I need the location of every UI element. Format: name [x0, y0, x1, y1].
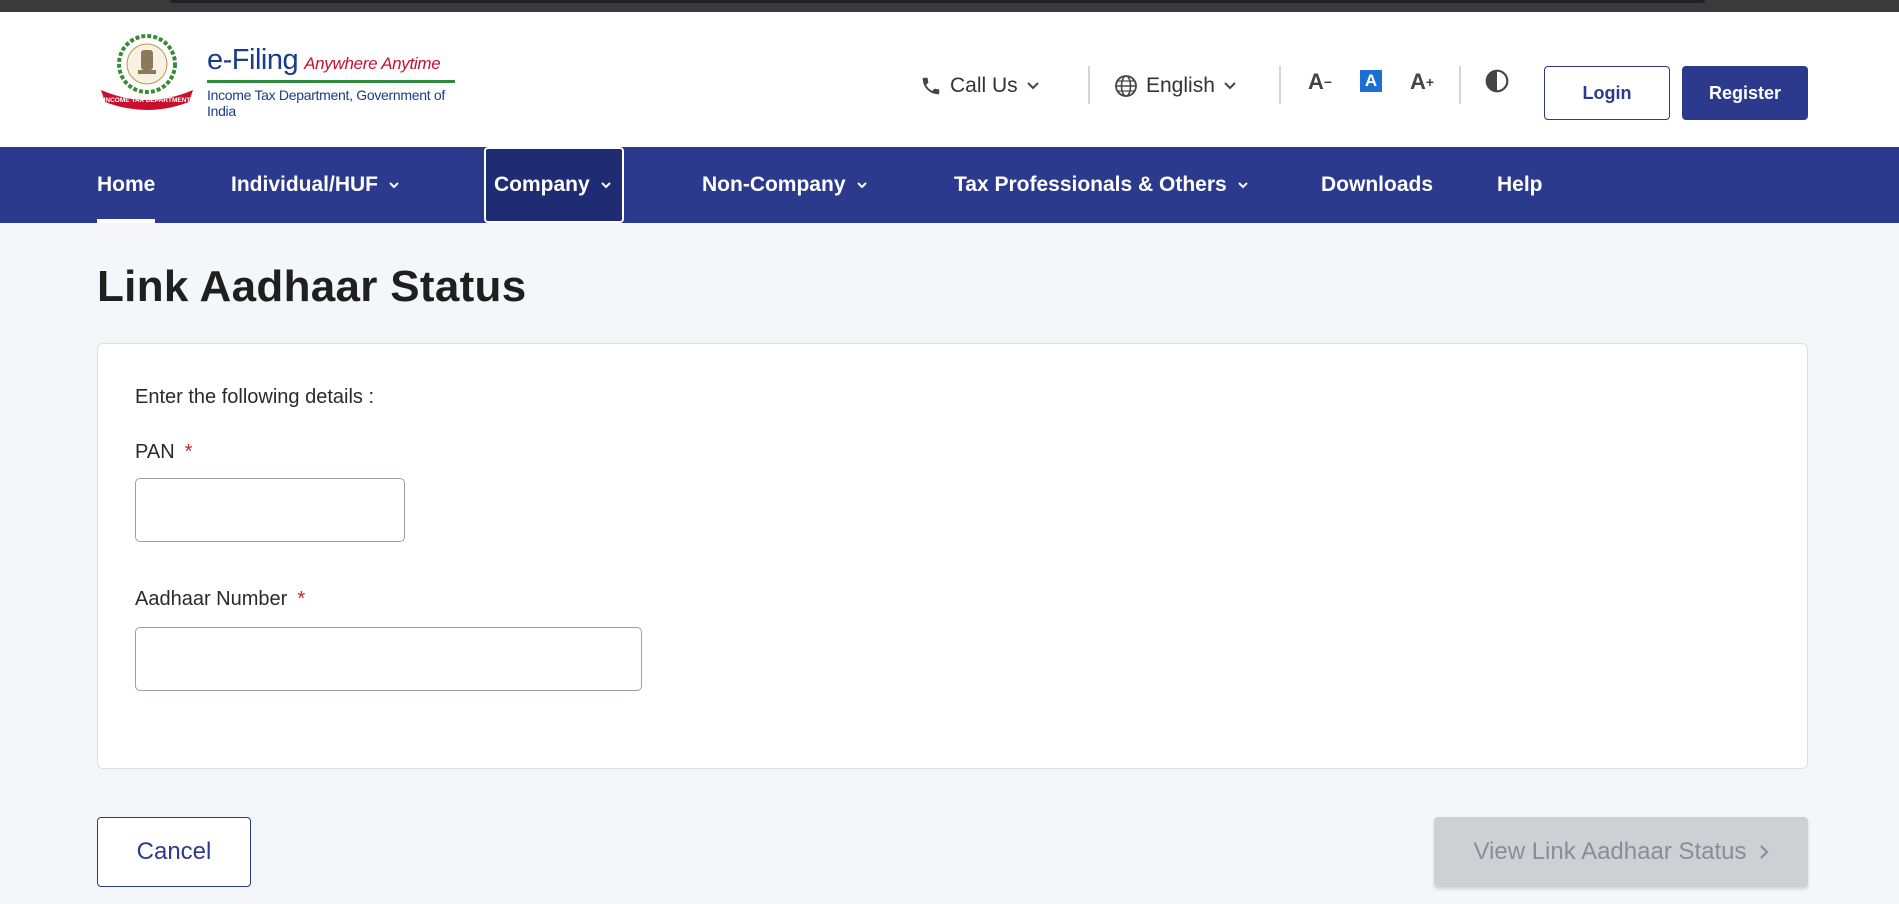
pan-input[interactable] — [135, 478, 405, 542]
details-form-card: Enter the following details : PAN * Aadha… — [97, 343, 1808, 769]
site-header: INCOME TAX DEPARTMENT e-Filing Anywhere A… — [0, 12, 1899, 147]
logo-tagline: Anywhere Anytime — [304, 54, 441, 73]
call-us-label: Call Us — [950, 74, 1018, 97]
register-button[interactable]: Register — [1682, 66, 1808, 120]
chevron-down-icon — [856, 182, 867, 189]
font-default-button[interactable]: A — [1360, 70, 1382, 92]
contrast-toggle-icon[interactable] — [1484, 68, 1510, 94]
font-increase-button[interactable]: A + — [1408, 68, 1436, 96]
chevron-down-icon — [389, 182, 399, 189]
language-dropdown[interactable]: English — [1114, 68, 1245, 104]
header-divider — [1459, 66, 1461, 104]
chevron-down-icon — [1026, 82, 1039, 90]
header-divider — [1088, 66, 1090, 104]
nav-company[interactable]: Company — [484, 147, 624, 223]
view-link-aadhaar-status-button[interactable]: View Link Aadhaar Status — [1434, 817, 1808, 887]
page-title: Link Aadhaar Status — [97, 262, 527, 311]
nav-help[interactable]: Help — [1497, 147, 1543, 223]
form-intro: Enter the following details : — [135, 386, 375, 408]
chevron-down-icon — [600, 182, 611, 189]
font-decrease-button[interactable]: A − — [1306, 68, 1334, 96]
nav-downloads[interactable]: Downloads — [1321, 147, 1433, 223]
aadhaar-input[interactable] — [135, 627, 642, 691]
logo-department: Income Tax Department, Government of Ind… — [207, 87, 445, 119]
header-divider — [1279, 66, 1281, 104]
pan-label: PAN * — [135, 441, 193, 463]
call-us-dropdown[interactable]: Call Us — [920, 68, 1048, 104]
main-nav: Home Individual/HUF Company Non-Company … — [0, 147, 1899, 223]
efiling-logo[interactable]: INCOME TAX DEPARTMENT e-Filing Anywhere A… — [97, 32, 457, 120]
nav-tax-professionals[interactable]: Tax Professionals & Others — [954, 147, 1249, 223]
income-tax-emblem-icon: INCOME TAX DEPARTMENT — [101, 34, 193, 110]
view-button-label: View Link Aadhaar Status — [1473, 838, 1747, 865]
chevron-down-icon — [1237, 182, 1248, 189]
language-label: English — [1146, 74, 1215, 97]
chevron-down-icon — [1224, 82, 1236, 90]
browser-top-strip — [0, 0, 1899, 12]
nav-home[interactable]: Home — [97, 147, 156, 223]
nav-non-company[interactable]: Non-Company — [702, 147, 868, 223]
cancel-button[interactable]: Cancel — [97, 817, 251, 887]
login-button[interactable]: Login — [1544, 66, 1670, 120]
logo-name: e-Filing — [207, 44, 299, 76]
phone-icon — [922, 77, 940, 95]
nav-individual-huf[interactable]: Individual/HUF — [231, 147, 400, 223]
logo-text: e-Filing Anywhere Anytime Income Tax Depa… — [207, 44, 457, 119]
svg-text:INCOME TAX DEPARTMENT: INCOME TAX DEPARTMENT — [104, 97, 191, 104]
globe-icon — [1115, 75, 1137, 97]
aadhaar-label: Aadhaar Number * — [135, 588, 306, 610]
required-marker: * — [297, 588, 306, 610]
required-marker: * — [184, 441, 193, 463]
chevron-right-icon — [1759, 845, 1769, 859]
